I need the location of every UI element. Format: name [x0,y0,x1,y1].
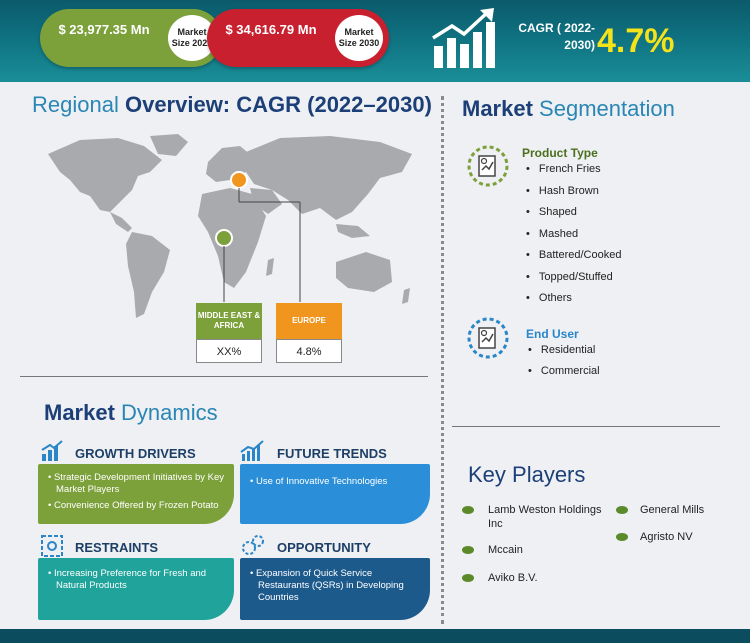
restraints-box: • Increasing Preference for Fresh and Na… [38,558,234,620]
key-player-bullet [462,574,474,582]
product-type-icon [467,145,509,187]
product-type-item-text: French Fries [538,163,601,175]
product-type-item-text: Others [538,292,572,304]
growth-drivers-heading: GROWTH DRIVERS [75,446,196,461]
end-user-icon [467,317,509,359]
future-trends-box: • Use of Innovative Technologies [240,464,430,524]
end-user-item: • Commercial [528,365,600,377]
opportunity-icon [242,535,264,555]
regional-title: Regional Overview: CAGR (2022–2030) [32,92,432,118]
end-user-item-text: Residential [540,344,596,356]
divider-left [20,376,428,377]
market-size-2022-value: $ 23,977.35 Mn [58,22,150,37]
product-type-item-text: Shaped [538,206,577,218]
product-type-item-text: Mashed [538,228,579,240]
growth-drivers-item: • Convenience Offered by Frozen Potato [48,500,219,511]
market-size-2030-value: $ 34,616.79 Mn [225,22,317,37]
opportunity-item: • Expansion of Quick Service Restaurants… [250,568,404,603]
future-trends-item: • Use of Innovative Technologies [250,476,388,487]
market-size-2030-label: Market Size 2030 [335,15,383,61]
future-trends-icon [240,440,264,461]
key-player-name: General Mills [640,504,705,516]
segmentation-title-rest: Segmentation [539,96,675,121]
product-type-item: • Battered/Cooked [526,249,622,261]
product-type-item: • Topped/Stuffed [526,271,613,283]
product-type-item: • Hash Brown [526,185,599,197]
dynamics-title-bold: Market [44,400,115,425]
cagr-value: 4.7% [597,22,675,60]
key-player-bullet [462,506,474,514]
growth-drivers-box: • Strategic Development Initiatives by K… [38,464,234,524]
product-type-item-text: Topped/Stuffed [538,271,613,283]
product-type-item: • Others [526,292,572,304]
growth-drivers-item-text: Convenience Offered by Frozen Potato [53,500,219,511]
key-player-name: Mccain [488,544,523,556]
growth-drivers-item: • Strategic Development Initiatives by K… [48,472,224,495]
world-map [48,134,412,318]
restraints-heading: RESTRAINTS [75,540,159,555]
dynamics-title: Market Dynamics [44,400,218,426]
dynamics-title-rest: Dynamics [121,400,218,425]
segmentation-title: Market Segmentation [462,96,675,122]
future-trends-heading: FUTURE TRENDS [277,446,387,461]
end-user-item-text: Commercial [540,365,600,377]
key-player-bullet [616,533,628,541]
key-player-bullet [462,546,474,554]
key-player-name: Agristo NV [640,531,693,543]
region-mea-value: XX% [196,339,262,363]
future-trends-item-text: Use of Innovative Technologies [255,476,388,487]
footer-band [0,629,750,643]
divider-right [452,426,720,427]
restraints-item: • Increasing Preference for Fresh and Na… [48,568,207,591]
product-type-item: • Mashed [526,228,579,240]
cagr-label: CAGR ( 2022-2030) [518,21,595,52]
market-size-2030-pill: $ 34,616.79 Mn Market Size 2030 [207,9,389,67]
product-type-item-text: Hash Brown [538,185,599,197]
key-player-name: Lamb Weston Holdings Inc [488,504,602,530]
region-mea-label: MIDDLE EAST & AFRICA [196,303,262,339]
regional-title-bold: Regional [32,92,119,117]
region-europe-label: EUROPE [276,303,342,339]
key-player-name: Aviko B.V. [488,572,538,584]
restraints-icon [41,535,63,557]
opportunity-box: • Expansion of Quick Service Restaurants… [240,558,430,620]
restraints-item-text: Increasing Preference for Fresh and Natu… [53,568,207,591]
key-player-bullet [616,506,628,514]
opportunity-heading: OPPORTUNITY [277,540,371,555]
region-europe-value: 4.8% [276,339,342,363]
growth-chart-icon [432,8,495,68]
growth-drivers-icon [41,440,63,461]
segmentation-title-bold: Market [462,96,533,121]
product-type-item-text: Battered/Cooked [538,249,622,261]
opportunity-item-text: Expansion of Quick Service Restaurants (… [255,568,404,603]
product-type-item: • Shaped [526,206,577,218]
key-players-title: Key Players [468,462,586,487]
product-type-heading: Product Type [522,146,598,160]
end-user-heading: End User [526,327,579,341]
growth-drivers-item-text: Strategic Development Initiatives by Key… [53,472,224,495]
product-type-item: • French Fries [526,163,601,175]
end-user-item: • Residential [528,344,596,356]
column-separator [441,96,444,624]
regional-title-rest: Overview: CAGR (2022–2030) [124,92,432,117]
market-size-2022-pill: $ 23,977.35 Mn Market Size 2022 [40,9,222,67]
